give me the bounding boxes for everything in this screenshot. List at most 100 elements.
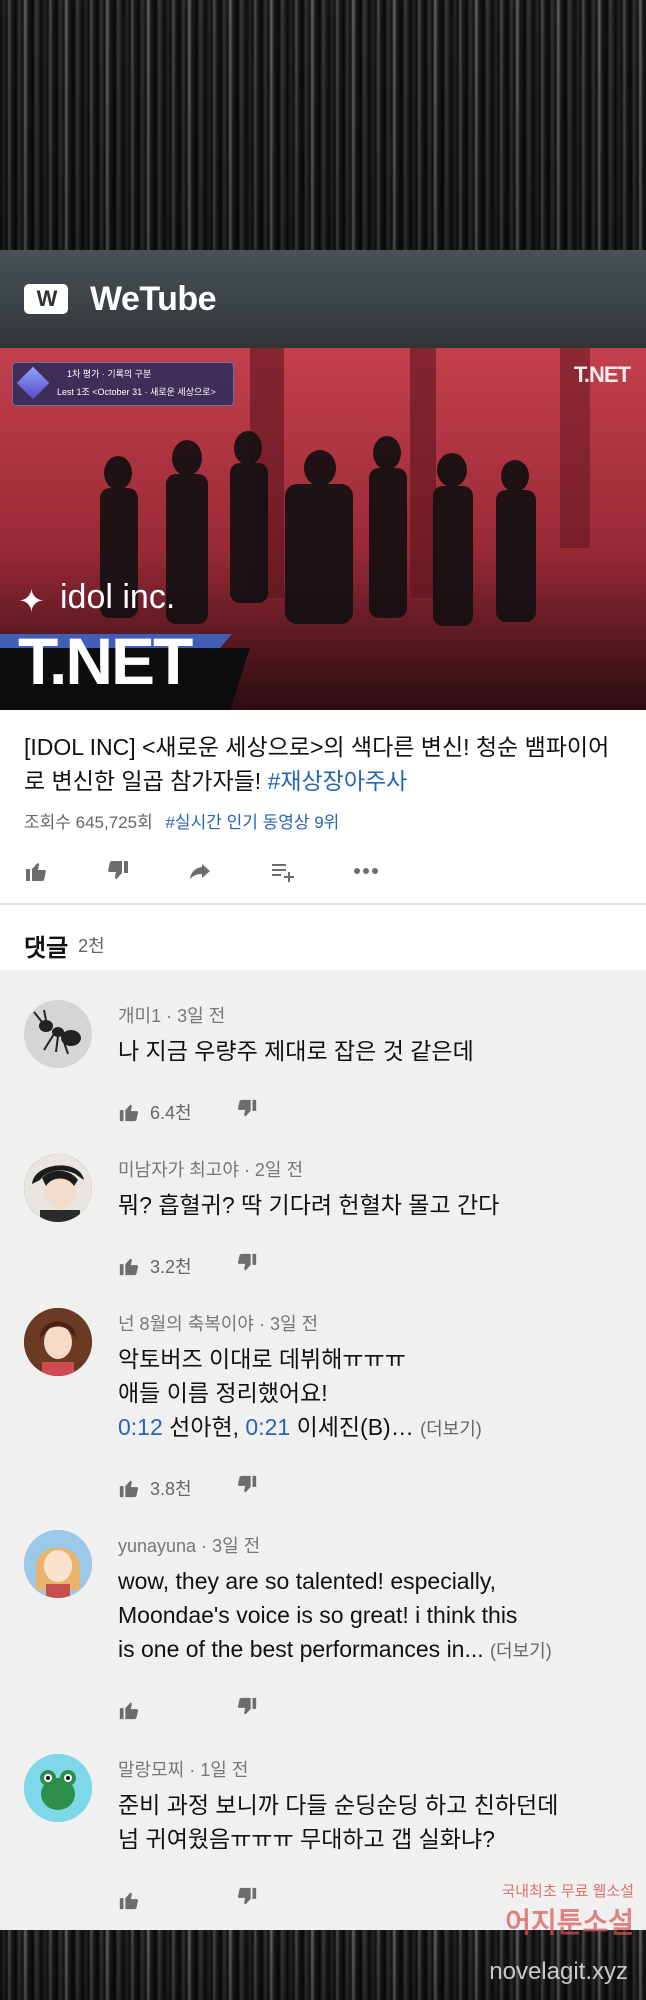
comment-line: is one of the best performances in... (더… [118, 1632, 628, 1668]
comment-actions [118, 1886, 258, 1913]
comment-author[interactable]: 말랑모찌 [118, 1760, 184, 1780]
comment-time: 2일 전 [254, 1160, 304, 1180]
badge-line-2: Lest 1조 <October 31 · 새로운 세상으로> [57, 387, 216, 397]
playlist-add-icon [272, 864, 294, 882]
more-icon [354, 868, 378, 874]
comment-text: 뭐? 흡혈귀? 딱 기다려 헌혈차 몰고 간다 [118, 1192, 500, 1218]
comment-author[interactable]: 개미1 [118, 1006, 161, 1026]
comment-actions: 3.8천 [118, 1474, 258, 1501]
timestamp-link[interactable]: 0:12 [118, 1414, 163, 1440]
video-title: [IDOL INC] <새로운 세상으로>의 색다른 변신! 청순 뱀파이어로 … [24, 730, 622, 798]
comment-author[interactable]: 미남자가 최고야 [118, 1160, 239, 1180]
share-button[interactable] [188, 857, 270, 885]
episode-badge: 1차 평가 · 기록의 구분 Lest 1조 <October 31 · 새로운… [12, 362, 234, 406]
show-emblem-icon [16, 366, 50, 400]
comment-like-button[interactable]: 3.2천 [118, 1253, 236, 1279]
man-avatar[interactable] [24, 1154, 92, 1222]
comment-like-count: 6.4천 [150, 1102, 192, 1123]
comment-line: 준비 과정 보니까 다들 순딩순딩 하고 친하던데 [118, 1792, 559, 1818]
comment-like-button[interactable]: 6.4천 [118, 1099, 236, 1125]
comment-actions [118, 1696, 258, 1723]
save-to-playlist-button[interactable] [270, 857, 352, 885]
dislike-button[interactable] [106, 857, 188, 885]
frog-avatar[interactable] [24, 1754, 92, 1822]
timestamp-link[interactable]: 0:21 [245, 1414, 290, 1440]
comment-line: 0:12 선아현, 0:21 이세진(B)… (더보기) [118, 1410, 628, 1446]
trending-tag[interactable]: #실시간 인기 동영상 9위 [165, 813, 339, 832]
thumbs-down-icon [237, 1887, 257, 1905]
comment-time: 3일 전 [177, 1006, 226, 1026]
site-watermark: 국내최초 무료 웹소설 어지툰소설 [501, 1880, 634, 1941]
network-logo: T.NET [18, 624, 193, 698]
comment-line: Moondae's voice is so great! i think thi… [118, 1602, 518, 1628]
comment-like-button[interactable] [118, 1699, 236, 1721]
comment-author[interactable]: yunayuna [118, 1536, 196, 1556]
share-icon [190, 864, 210, 879]
comments-title: 댓글 [24, 934, 69, 962]
comment-dislike-button[interactable] [236, 1252, 258, 1279]
thumbs-up-icon [119, 1702, 139, 1719]
more-options-button[interactable] [352, 857, 434, 885]
comment-line: 악토버즈 이대로 데뷔해ㅠㅠㅠ [118, 1346, 406, 1372]
video-hashtag[interactable]: #재상장아주사 [268, 768, 408, 794]
comment-meta: 넌 8월의 축복이야 · 3일 전 [118, 1314, 319, 1334]
thumbs-down-icon [237, 1099, 257, 1117]
comment-fragment: is one of the best performances in... [118, 1636, 484, 1662]
comment-fragment: 선아현, [162, 1414, 246, 1440]
comments-count: 2천 [78, 936, 105, 956]
idol-inc-logo-icon: ✦ [18, 583, 45, 619]
top-background-stripes [0, 0, 646, 250]
comment-line: 애들 이름 정리했어요! [118, 1380, 328, 1406]
comment-dislike-button[interactable] [236, 1696, 258, 1723]
comments-list: 개미1 · 3일 전 나 지금 우량주 제대로 잡은 것 같은데 6.4천 미남… [0, 970, 646, 1930]
comment-time: 3일 전 [269, 1314, 319, 1334]
comment-actions: 6.4천 [118, 1098, 258, 1125]
wetube-app: W WeTube 1차 평가 · 기록의 구분 Lest 1조 <October… [0, 250, 646, 1930]
comment-like-count: 3.2천 [150, 1256, 192, 1277]
comment-text: wow, they are so talented! especially, M… [118, 1564, 628, 1668]
thumbs-up-icon [119, 1104, 139, 1121]
ant-avatar[interactable] [24, 1000, 92, 1068]
read-more-link[interactable]: (더보기) [420, 1419, 482, 1439]
comment-meta: 미남자가 최고야 · 2일 전 [118, 1160, 304, 1180]
thumbs-down-icon [237, 1475, 257, 1493]
show-logo: idol inc. [60, 578, 176, 616]
like-button[interactable] [24, 857, 106, 885]
thumbs-down-icon [108, 861, 128, 879]
comment-author[interactable]: 넌 8월의 축복이야 [118, 1314, 254, 1334]
comment-meta: 개미1 · 3일 전 [118, 1006, 226, 1026]
girl-avatar[interactable] [24, 1308, 92, 1376]
comment-like-button[interactable] [118, 1889, 236, 1911]
wetube-logo-icon[interactable]: W [24, 284, 68, 314]
thumbs-down-icon [237, 1253, 257, 1271]
app-title: WeTube [90, 279, 217, 318]
watermark-line-2: 어지툰소설 [505, 1907, 634, 1938]
comment-dislike-button[interactable] [236, 1098, 258, 1125]
comment-like-button[interactable]: 3.8천 [118, 1475, 236, 1501]
thumbs-up-icon [26, 863, 46, 881]
action-bar [0, 833, 646, 903]
thumbs-up-icon [119, 1480, 139, 1497]
thumbs-up-icon [119, 1258, 139, 1275]
comment-dislike-button[interactable] [236, 1474, 258, 1501]
video-info: [IDOL INC] <새로운 세상으로>의 색다른 변신! 청순 뱀파이어로 … [0, 710, 646, 833]
video-player[interactable]: 1차 평가 · 기록의 구분 Lest 1조 <October 31 · 새로운… [0, 348, 646, 710]
read-more-link[interactable]: (더보기) [490, 1641, 552, 1661]
site-url: novelagit.xyz [489, 1958, 628, 1985]
comment-line: wow, they are so talented! especially, [118, 1568, 497, 1594]
video-meta: 조회수 645,725회 #실시간 인기 동영상 9위 [24, 808, 622, 833]
comment-fragment: 이세진(B)… [290, 1414, 414, 1440]
badge-line-1: 1차 평가 · 기록의 구분 [67, 369, 152, 379]
thumbs-down-icon [237, 1697, 257, 1715]
comment-text: 나 지금 우량주 제대로 잡은 것 같은데 [118, 1038, 474, 1064]
comment-text: 악토버즈 이대로 데뷔해ㅠㅠㅠ 애들 이름 정리했어요! 0:12 선아현, 0… [118, 1342, 628, 1446]
comment-dislike-button[interactable] [236, 1886, 258, 1913]
thumbs-up-icon [119, 1892, 139, 1909]
comment-meta: yunayuna · 3일 전 [118, 1536, 261, 1556]
comment-time: 3일 전 [212, 1536, 261, 1556]
comment-text: 준비 과정 보니까 다들 순딩순딩 하고 친하던데 넘 귀여웠음ㅠㅠㅠ 무대하고… [118, 1788, 628, 1856]
watermark-line-1: 국내최초 무료 웹소설 [501, 1883, 634, 1900]
comment-actions: 3.2천 [118, 1252, 258, 1279]
comment-line: 넘 귀여웠음ㅠㅠㅠ 무대하고 갭 실화냐? [118, 1826, 495, 1852]
blonde-avatar[interactable] [24, 1530, 92, 1598]
